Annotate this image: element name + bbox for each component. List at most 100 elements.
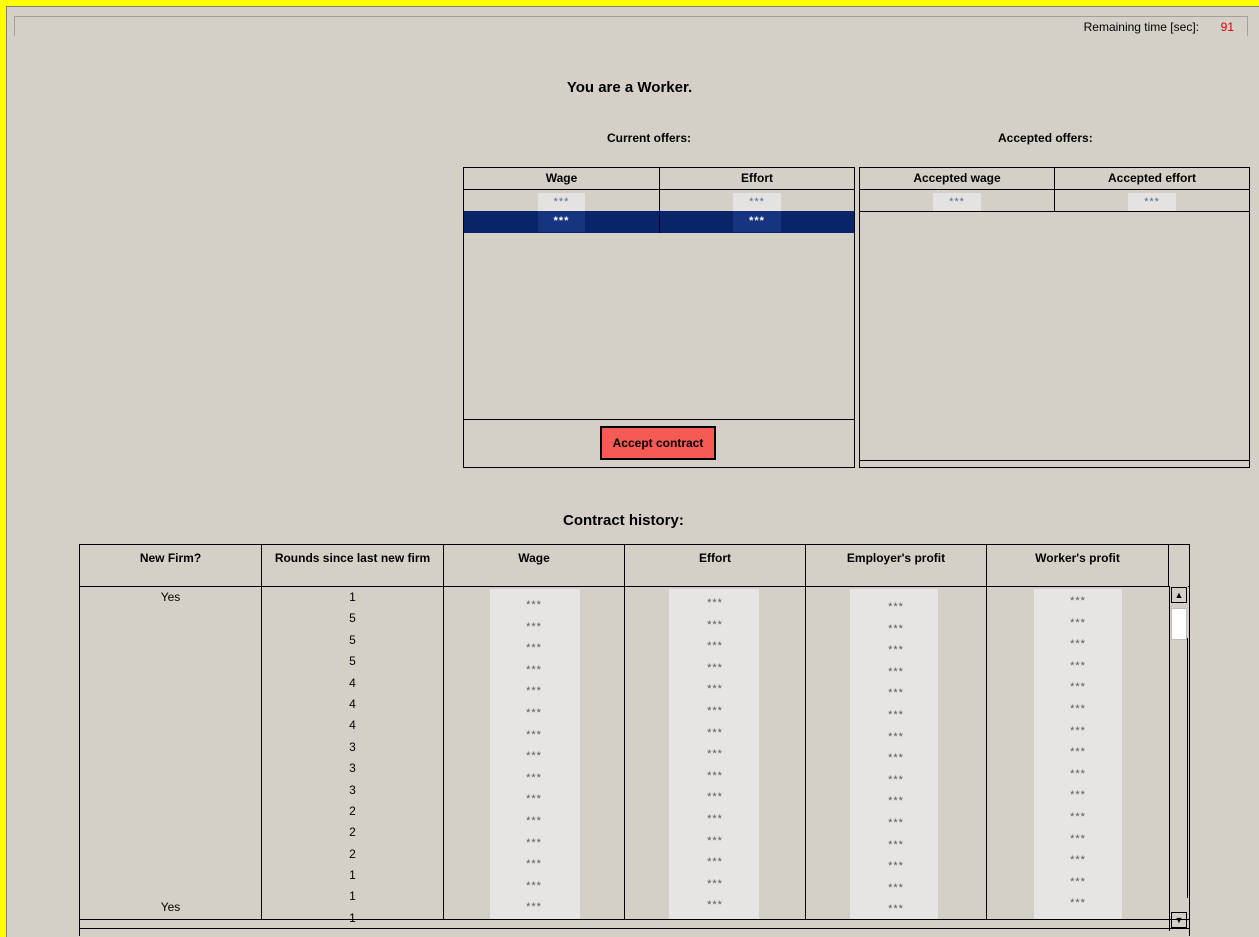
masked-value: *** bbox=[526, 620, 542, 633]
rounds-cell: 1 bbox=[349, 590, 356, 604]
masked-value: *** bbox=[1070, 767, 1086, 780]
rounds-cell: 1 bbox=[349, 868, 356, 883]
rounds-cell: 3 bbox=[349, 761, 356, 776]
masked-value: *** bbox=[526, 728, 542, 741]
new-firm-cell bbox=[80, 652, 261, 674]
masked-value: *** bbox=[707, 618, 723, 631]
masked-value: *** bbox=[526, 836, 542, 849]
worker-profit-column-header: Worker's profit bbox=[987, 545, 1169, 586]
rounds-cell: 4 bbox=[349, 696, 356, 711]
masked-value: *** bbox=[707, 899, 723, 912]
rounds-cell: 2 bbox=[349, 803, 356, 818]
wage-history-column-header: Wage bbox=[444, 545, 625, 586]
masked-value: *** bbox=[888, 622, 904, 635]
rounds-cell: 5 bbox=[349, 611, 356, 626]
masked-value: *** bbox=[526, 771, 542, 784]
masked-value: *** bbox=[707, 791, 723, 804]
masked-value: *** bbox=[888, 687, 904, 700]
masked-value: *** bbox=[707, 834, 723, 847]
masked-value: *** bbox=[707, 597, 723, 609]
masked-value: *** bbox=[888, 665, 904, 678]
role-title: You are a Worker. bbox=[566, 79, 693, 96]
masked-value: *** bbox=[888, 709, 904, 721]
wage-history-column: *** *** *** *** *** *** *** *** *** *** *** *** *** *… bbox=[444, 587, 625, 920]
masked-value: *** bbox=[1070, 897, 1086, 910]
contract-history-table: New Firm? Rounds since last new firm Wag… bbox=[79, 544, 1190, 936]
masked-value: *** bbox=[526, 815, 542, 827]
scroll-thumb[interactable] bbox=[1171, 608, 1187, 640]
masked-value: *** bbox=[1070, 616, 1086, 629]
offer-row-selected[interactable]: *** *** bbox=[464, 211, 854, 233]
rounds-cell: 5 bbox=[349, 654, 356, 669]
remaining-time-label: Remaining time [sec]: bbox=[1083, 20, 1199, 34]
masked-value: *** bbox=[526, 642, 542, 655]
divider bbox=[79, 928, 1190, 929]
history-scrollbar[interactable]: ▲ ▼ bbox=[1169, 586, 1188, 931]
accept-contract-button[interactable]: Accept contract bbox=[600, 426, 716, 460]
rounds-cell: 3 bbox=[349, 739, 356, 754]
rounds-cell: 2 bbox=[349, 825, 356, 840]
masked-value: *** bbox=[888, 730, 904, 743]
rounds-cell: 1 bbox=[349, 889, 356, 904]
employer-profit-column: *** *** *** *** *** *** *** *** *** *** *** *** *** *… bbox=[806, 587, 987, 920]
masked-value: *** bbox=[707, 813, 723, 825]
new-firm-cell bbox=[80, 630, 261, 652]
masked-value: *** bbox=[1070, 724, 1086, 737]
rounds-cell: 4 bbox=[349, 675, 356, 690]
offer-effort: *** bbox=[733, 193, 781, 211]
employer-profit-column-header: Employer's profit bbox=[806, 545, 987, 586]
new-firm-column: Yes Yes bbox=[80, 587, 262, 920]
rounds-cell: 3 bbox=[349, 782, 356, 797]
rounds-cell: 5 bbox=[349, 632, 356, 647]
scroll-up-button[interactable]: ▲ bbox=[1171, 587, 1187, 603]
masked-value: *** bbox=[526, 793, 542, 806]
masked-value: *** bbox=[526, 858, 542, 871]
masked-value: *** bbox=[526, 901, 542, 914]
new-firm-cell bbox=[80, 609, 261, 631]
accepted-wage-column-header: Accepted wage bbox=[860, 168, 1055, 189]
masked-value: *** bbox=[1070, 875, 1086, 888]
masked-value: *** bbox=[526, 663, 542, 676]
masked-value: *** bbox=[526, 879, 542, 892]
effort-history-column: *** *** *** *** *** *** *** *** *** *** *** *** *** *… bbox=[625, 587, 806, 920]
new-firm-cell bbox=[80, 782, 261, 804]
masked-value: *** bbox=[1070, 811, 1086, 823]
new-firm-cell bbox=[80, 739, 261, 761]
new-firm-cell bbox=[80, 847, 261, 869]
masked-value: *** bbox=[888, 644, 904, 657]
offer-row[interactable]: *** *** bbox=[464, 190, 854, 211]
masked-value: *** bbox=[1070, 746, 1086, 759]
effort-history-column-header: Effort bbox=[625, 545, 806, 586]
rounds-cell: 2 bbox=[349, 846, 356, 861]
masked-value: *** bbox=[707, 769, 723, 782]
new-firm-cell bbox=[80, 869, 261, 891]
masked-value: *** bbox=[888, 795, 904, 808]
accepted-effort-column-header: Accepted effort bbox=[1107, 171, 1196, 185]
accepted-offers-heading: Accepted offers: bbox=[998, 131, 1093, 145]
masked-value: *** bbox=[1070, 659, 1086, 672]
masked-value: *** bbox=[1070, 638, 1086, 651]
masked-value: *** bbox=[707, 748, 723, 761]
new-firm-cell bbox=[80, 717, 261, 739]
masked-value: *** bbox=[526, 685, 542, 698]
divider bbox=[860, 460, 1249, 461]
masked-value: *** bbox=[888, 773, 904, 786]
new-firm-cell bbox=[80, 826, 261, 848]
current-offers-table: Wage Effort *** *** *** *** bbox=[463, 167, 855, 468]
accepted-wage: *** bbox=[933, 193, 981, 211]
masked-value: *** bbox=[888, 903, 904, 916]
new-firm-cell bbox=[80, 674, 261, 696]
divider bbox=[464, 419, 854, 420]
new-firm-cell: Yes bbox=[160, 590, 181, 604]
masked-value: *** bbox=[526, 750, 542, 763]
masked-value: *** bbox=[1070, 595, 1086, 607]
masked-value: *** bbox=[526, 599, 542, 611]
contract-history-heading: Contract history: bbox=[563, 512, 684, 529]
masked-value: *** bbox=[707, 683, 723, 696]
new-firm-cell: Yes bbox=[160, 900, 181, 914]
rounds-column-header: Rounds since last new firm bbox=[262, 545, 444, 586]
masked-value: *** bbox=[1070, 854, 1086, 867]
masked-value: *** bbox=[707, 856, 723, 869]
masked-value: *** bbox=[707, 726, 723, 739]
effort-column-header: Effort bbox=[741, 171, 773, 185]
